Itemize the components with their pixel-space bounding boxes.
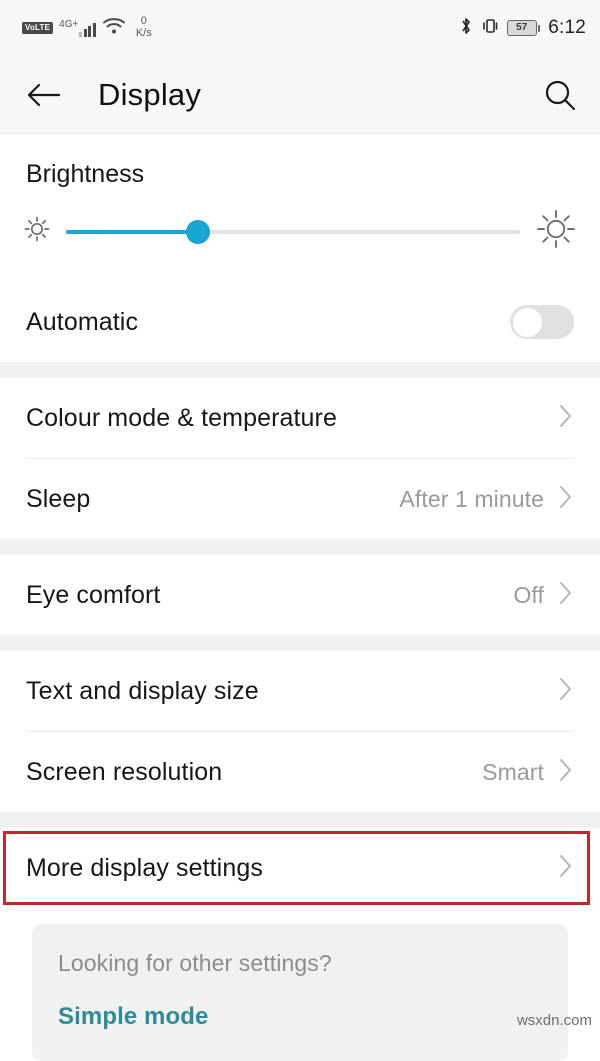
- brightness-low-icon: [22, 214, 52, 249]
- automatic-label: Automatic: [26, 307, 139, 336]
- row-value: Off: [513, 581, 544, 608]
- settings-group-1: Colour mode & temperature Sleep After 1 …: [0, 378, 600, 539]
- row-label: More display settings: [26, 853, 263, 882]
- slider-fill: [66, 229, 198, 234]
- automatic-row[interactable]: Automatic: [0, 282, 600, 362]
- clock-label: 6:12: [548, 17, 586, 38]
- row-label: Screen resolution: [26, 757, 223, 786]
- brightness-slider-row: [0, 189, 600, 282]
- settings-row-sleep[interactable]: Sleep After 1 minute: [0, 459, 600, 539]
- chevron-right-icon: [558, 756, 574, 789]
- brightness-high-icon: [534, 207, 578, 256]
- brightness-title: Brightness: [26, 160, 145, 188]
- other-settings-question: Looking for other settings?: [58, 950, 332, 976]
- section-gap: [0, 635, 600, 651]
- settings-group-3: Text and display size Screen resolution …: [0, 651, 600, 812]
- status-bar: VoLTE 4G+ 0 K/s 57 6:12: [0, 0, 600, 56]
- settings-row-colour-mode[interactable]: Colour mode & temperature: [0, 378, 600, 458]
- brightness-slider[interactable]: [66, 219, 520, 245]
- slider-thumb[interactable]: [185, 219, 210, 244]
- section-gap: [0, 812, 600, 828]
- settings-group-4: More display settings: [0, 828, 600, 908]
- automatic-section: Automatic: [0, 282, 600, 362]
- automatic-toggle[interactable]: [510, 305, 574, 339]
- toggle-knob: [511, 306, 543, 338]
- network-type-label: 4G+: [59, 18, 79, 30]
- signal-strength-icon: 4G+: [59, 18, 96, 37]
- section-gap: [0, 539, 600, 555]
- chevron-right-icon: [558, 483, 574, 516]
- row-label: Sleep: [26, 484, 91, 513]
- chevron-right-icon: [558, 852, 574, 885]
- settings-row-eye-comfort[interactable]: Eye comfort Off: [0, 555, 600, 635]
- vibrate-icon: [481, 16, 499, 41]
- status-bar-left: VoLTE 4G+ 0 K/s: [22, 16, 152, 39]
- other-settings-card: Looking for other settings? Simple mode: [32, 924, 568, 1061]
- data-rate-unit: K/s: [135, 27, 152, 39]
- battery-icon: 57: [506, 20, 541, 36]
- app-bar: Display: [0, 56, 600, 134]
- battery-percent-label: 57: [516, 22, 528, 33]
- section-gap: [0, 362, 600, 378]
- simple-mode-link[interactable]: Simple mode: [58, 1003, 542, 1031]
- row-label: Text and display size: [26, 676, 259, 705]
- chevron-right-icon: [558, 579, 574, 612]
- data-rate-indicator: 0 K/s: [136, 16, 152, 39]
- signal-bars-icon: [79, 22, 96, 37]
- volte-icon: VoLTE: [22, 22, 54, 34]
- row-value: After 1 minute: [399, 485, 544, 512]
- settings-group-2: Eye comfort Off: [0, 555, 600, 635]
- row-label: Eye comfort: [26, 580, 161, 609]
- settings-row-text-display-size[interactable]: Text and display size: [0, 651, 600, 731]
- search-icon[interactable]: [542, 77, 578, 113]
- row-value: Smart: [482, 758, 544, 785]
- chevron-right-icon: [558, 675, 574, 708]
- back-arrow-icon[interactable]: [26, 82, 62, 108]
- row-label: Colour mode & temperature: [26, 403, 337, 432]
- settings-row-screen-resolution[interactable]: Screen resolution Smart: [0, 732, 600, 812]
- chevron-right-icon: [558, 402, 574, 435]
- page-title: Display: [98, 76, 202, 112]
- wifi-icon: [102, 17, 126, 40]
- watermark-label: wsxdn.com: [516, 1012, 592, 1029]
- bluetooth-icon: [459, 16, 473, 41]
- brightness-section: Brightness: [0, 134, 600, 282]
- settings-row-more-display-settings[interactable]: More display settings: [0, 828, 600, 908]
- status-bar-right: 57 6:12: [459, 16, 586, 41]
